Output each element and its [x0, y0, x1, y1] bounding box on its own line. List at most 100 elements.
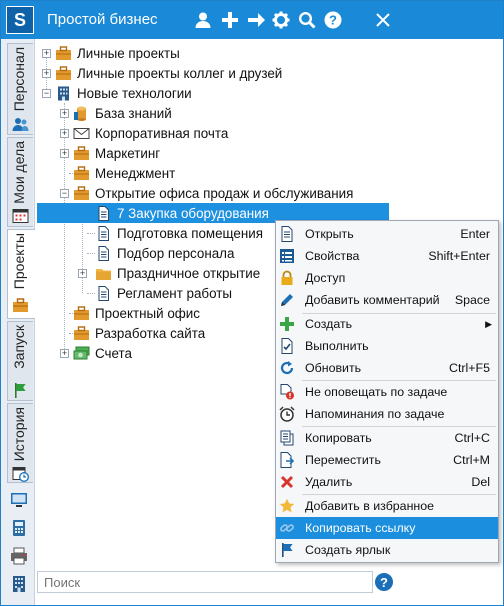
- search-icon[interactable]: [298, 11, 316, 29]
- tree-item-marketing[interactable]: Маркетинг: [73, 143, 160, 163]
- tab-launch[interactable]: Запуск: [7, 321, 33, 401]
- tree-expander-7[interactable]: −: [60, 189, 69, 198]
- tree-item-management[interactable]: Менеджмент: [73, 163, 175, 183]
- tree-expander-15[interactable]: +: [60, 349, 69, 358]
- menu-item-refresh[interactable]: Обновить Ctrl+F5: [276, 357, 498, 379]
- app-logo-letter: S: [13, 9, 26, 30]
- star-icon: [279, 498, 295, 513]
- tab-projects[interactable]: Проекты: [7, 229, 35, 319]
- help-icon[interactable]: ?: [324, 11, 342, 29]
- tree-expander-5[interactable]: +: [60, 149, 69, 158]
- printer-icon[interactable]: [10, 547, 28, 565]
- mute-notify-icon: [280, 384, 294, 400]
- menu-item-properties[interactable]: Свойства Shift+Enter: [276, 245, 498, 267]
- tree-expander-1[interactable]: +: [42, 69, 51, 78]
- tree-item-label: 7 Закупка оборудования: [117, 205, 269, 221]
- tree-item-grand-opening[interactable]: Праздничное открытие: [95, 263, 260, 283]
- tree-item-sales-office[interactable]: Открытие офиса продаж и обслуживания: [73, 183, 353, 203]
- tab-my-tasks-label: Мои дела: [11, 141, 27, 204]
- app-window: S Простой бизнес ? Персонал Мои дела Про…: [0, 0, 504, 606]
- menu-item-open[interactable]: Открыть Enter: [276, 223, 498, 245]
- mail-icon: [73, 127, 90, 139]
- menu-item-mute-notifications[interactable]: Не оповещать по задаче: [276, 381, 498, 403]
- delete-icon: [280, 475, 294, 489]
- menu-item-label: Добавить в избранное: [305, 499, 435, 513]
- menu-item-shortcut: Del: [471, 475, 490, 489]
- menu-item-delete[interactable]: Удалить Del: [276, 471, 498, 493]
- tree-item-label: Менеджмент: [95, 165, 176, 181]
- calculator-icon[interactable]: [10, 519, 28, 537]
- tree-expander-2[interactable]: −: [42, 89, 51, 98]
- alarm-icon: [279, 406, 295, 422]
- menu-item-add-favorite[interactable]: Добавить в избранное: [276, 495, 498, 517]
- tree-item-corporate-mail[interactable]: Корпоративная почта: [73, 123, 228, 143]
- building-icon: [58, 86, 69, 100]
- menu-item-access[interactable]: Доступ: [276, 267, 498, 289]
- window-title: Простой бизнес: [47, 11, 158, 28]
- arrow-right-icon[interactable]: [247, 11, 265, 29]
- document-icon: [98, 205, 109, 221]
- tab-projects-label: Проекты: [11, 233, 27, 290]
- menu-item-shortcut: Enter: [460, 227, 490, 241]
- tree-expander-11[interactable]: +: [78, 269, 87, 278]
- menu-item-shortcut: Shift+Enter: [428, 249, 490, 263]
- help-button[interactable]: ?: [375, 573, 393, 591]
- tree-expander-0[interactable]: +: [42, 49, 51, 58]
- menu-item-create-shortcut[interactable]: Создать ярлык: [276, 539, 498, 561]
- tree-item-label: Корпоративная почта: [95, 125, 229, 141]
- briefcase-icon: [56, 45, 71, 60]
- properties-icon: [280, 249, 294, 263]
- gear-icon[interactable]: [272, 11, 290, 29]
- close-icon[interactable]: [374, 11, 392, 29]
- tree-item-personal-projects[interactable]: Личные проекты: [55, 43, 180, 63]
- tree-item-project-office[interactable]: Проектный офис: [73, 303, 200, 323]
- briefcase-icon: [74, 325, 89, 340]
- tree-item-label: Личные проекты коллег и друзей: [77, 65, 283, 81]
- tree-item-colleagues-projects[interactable]: Личные проекты коллег и друзей: [55, 63, 282, 83]
- tree-item-website-dev[interactable]: Разработка сайта: [73, 323, 205, 343]
- menu-item-label: Напоминания по задаче: [305, 407, 445, 421]
- menu-item-label: Свойства: [305, 249, 360, 263]
- building-icon[interactable]: [10, 575, 28, 593]
- tree-item-new-technologies[interactable]: Новые технологии: [55, 83, 192, 103]
- menu-item-shortcut: Ctrl+M: [453, 453, 490, 467]
- tree-item-label: Праздничное открытие: [117, 265, 261, 281]
- menu-item-label: Не оповещать по задаче: [305, 385, 448, 399]
- menu-item-copy-link[interactable]: Копировать ссылку: [276, 517, 498, 539]
- side-tabs: Персонал Мои дела Проекты Запуск История: [1, 39, 35, 605]
- tab-my-tasks[interactable]: Мои дела: [7, 137, 33, 227]
- tree-item-knowledge-base[interactable]: База знаний: [73, 103, 172, 123]
- link-icon: [280, 524, 294, 532]
- help-icon: ?: [380, 574, 388, 590]
- document-icon: [281, 226, 293, 242]
- document-icon: [98, 245, 109, 261]
- tree-expander-3[interactable]: +: [60, 109, 69, 118]
- menu-item-move[interactable]: Переместить Ctrl+M: [276, 449, 498, 471]
- menu-item-create[interactable]: Создать ▶: [276, 313, 498, 335]
- monitor-icon[interactable]: [10, 491, 28, 509]
- tree-item-label: Открытие офиса продаж и обслуживания: [95, 185, 354, 201]
- tree-item-recruiting[interactable]: Подбор персонала: [95, 243, 234, 263]
- menu-item-label: Переместить: [305, 453, 381, 467]
- menu-item-complete[interactable]: Выполнить: [276, 335, 498, 357]
- plus-icon[interactable]: [221, 11, 239, 29]
- menu-item-add-comment[interactable]: Добавить комментарий Space: [276, 289, 498, 311]
- menu-item-reminders[interactable]: Напоминания по задаче: [276, 403, 498, 425]
- app-logo[interactable]: S: [6, 6, 34, 34]
- tab-personnel[interactable]: Персонал: [7, 43, 33, 135]
- people-icon: [12, 118, 29, 131]
- tree-item-work-regulations[interactable]: Регламент работы: [95, 283, 232, 303]
- tree-item-invoices[interactable]: Счета: [73, 343, 132, 363]
- tree-expander-4[interactable]: +: [60, 129, 69, 138]
- tab-history[interactable]: История: [7, 403, 33, 483]
- menu-item-label: Обновить: [305, 361, 362, 375]
- submenu-arrow-icon: ▶: [485, 318, 492, 329]
- briefcase-icon: [56, 65, 71, 80]
- tree-item-label: Маркетинг: [95, 145, 161, 161]
- search-input[interactable]: [37, 571, 373, 593]
- tree-item-premises-prep[interactable]: Подготовка помещения: [95, 223, 263, 243]
- menu-item-label: Удалить: [305, 475, 353, 489]
- context-menu: Открыть Enter Свойства Shift+Enter Досту…: [275, 220, 499, 563]
- user-icon[interactable]: [194, 11, 212, 29]
- menu-item-copy[interactable]: Копировать Ctrl+C: [276, 427, 498, 449]
